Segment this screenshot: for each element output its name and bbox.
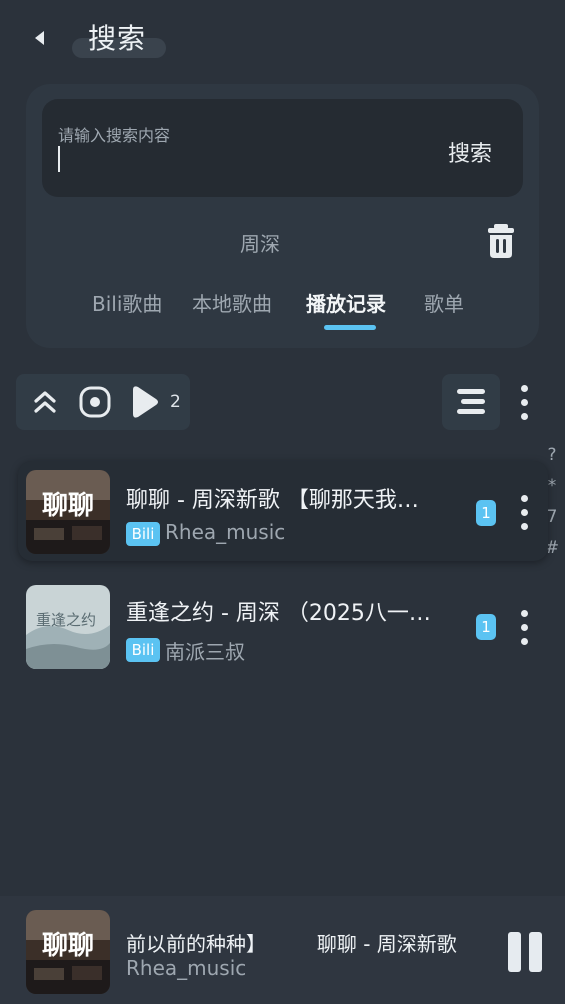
history-item[interactable]: 周深 xyxy=(200,228,320,257)
search-placeholder: 请输入搜索内容 xyxy=(58,126,171,145)
pause-icon xyxy=(529,932,542,972)
clear-history-button[interactable] xyxy=(483,222,519,260)
song-more-button[interactable] xyxy=(514,607,534,647)
play-count-badge: 1 xyxy=(476,500,496,526)
svg-text:重逢之约: 重逢之约 xyxy=(36,611,96,629)
svg-text:聊聊: 聊聊 xyxy=(42,931,94,961)
back-arrow-icon xyxy=(35,31,44,45)
more-dot-icon xyxy=(521,610,528,617)
player-cover: 聊聊 xyxy=(26,910,110,994)
play-count: 2 xyxy=(170,392,181,412)
source-badge: Bili xyxy=(126,638,160,662)
play-count-badge: 1 xyxy=(476,614,496,640)
tab-play-history[interactable]: 播放记录 xyxy=(306,288,386,317)
tab-playlists[interactable]: 歌单 xyxy=(424,288,464,317)
play-icon xyxy=(133,386,158,418)
song-artist: 南派三叔 xyxy=(165,640,245,664)
more-dot-icon xyxy=(521,523,528,530)
pause-button[interactable] xyxy=(506,932,544,972)
more-dot-icon xyxy=(521,509,528,516)
double-chevron-up-icon xyxy=(34,391,56,413)
more-dot-icon xyxy=(521,385,528,392)
more-dot-icon xyxy=(521,399,528,406)
locate-icon xyxy=(79,386,111,418)
player-title: 前以前的种种】 聊聊 - 周深新歌 xyxy=(126,932,457,956)
sort-lines-icon xyxy=(457,389,485,414)
song-more-button[interactable] xyxy=(514,492,534,532)
svg-text:聊聊: 聊聊 xyxy=(42,491,94,521)
play-all-button[interactable] xyxy=(128,384,162,420)
more-dot-icon xyxy=(521,495,528,502)
song-cover: 聊聊 xyxy=(26,470,110,554)
song-cover: 重逢之约 xyxy=(26,585,110,669)
song-title: 重逢之约 - 周深 （2025八一… xyxy=(126,601,431,626)
locate-button[interactable] xyxy=(78,384,112,420)
player-artist: Rhea_music xyxy=(126,956,247,980)
scroll-top-button[interactable] xyxy=(28,384,62,420)
trash-icon xyxy=(488,224,514,258)
pause-icon xyxy=(508,932,521,972)
toolbar-more-button[interactable] xyxy=(514,382,534,422)
tab-indicator xyxy=(324,325,376,330)
back-button[interactable] xyxy=(22,20,58,56)
player-title-marquee: 前以前的种种】 聊聊 - 周深新歌 xyxy=(126,928,484,958)
sort-button[interactable] xyxy=(442,374,500,430)
more-dot-icon xyxy=(521,638,528,645)
more-dot-icon xyxy=(521,413,528,420)
song-artist: Rhea_music xyxy=(165,520,286,544)
song-title: 聊聊 - 周深新歌 【聊那天我… xyxy=(126,488,419,513)
page-title: 搜索 xyxy=(88,22,147,55)
source-badge: Bili xyxy=(126,522,160,546)
more-dot-icon xyxy=(521,624,528,631)
text-caret xyxy=(58,146,60,172)
tab-bili-songs[interactable]: Bili歌曲 xyxy=(92,288,162,317)
tab-local-songs[interactable]: 本地歌曲 xyxy=(192,288,272,317)
search-button[interactable]: 搜索 xyxy=(448,136,492,168)
